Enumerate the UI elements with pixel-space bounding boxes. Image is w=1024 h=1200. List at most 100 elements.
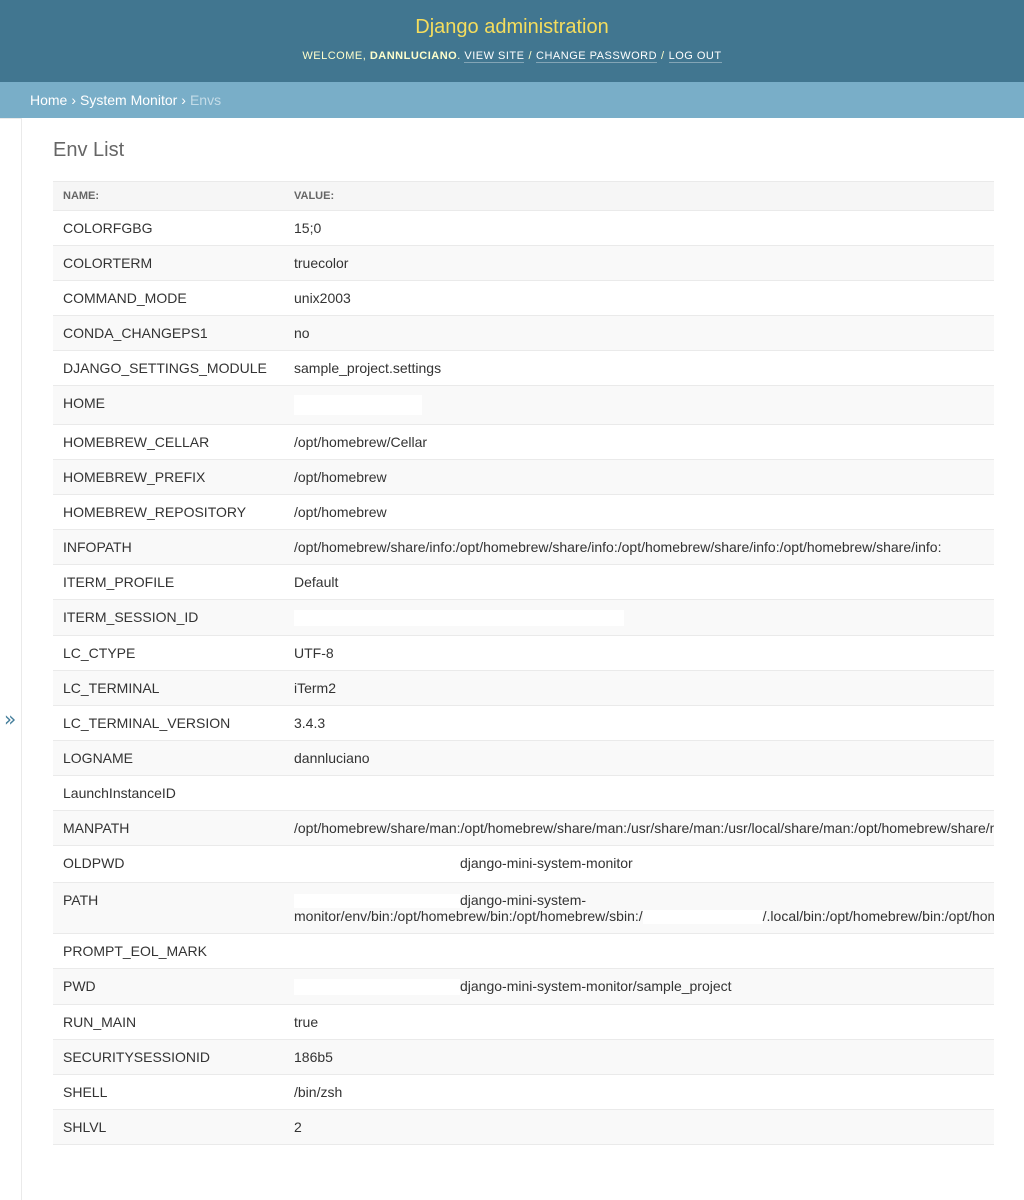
env-value: /bin/zsh	[284, 1074, 994, 1111]
username: DANNLUCIANO	[369, 50, 458, 62]
table-row: RUN_MAIN true	[53, 1004, 994, 1041]
env-value: 186b5	[284, 1039, 994, 1076]
env-value	[284, 599, 994, 637]
env-name: COLORTERM	[53, 245, 284, 281]
env-value: django-mini-system-monitor	[284, 845, 994, 883]
env-name: INFOPATH	[53, 529, 284, 565]
env-value	[284, 775, 994, 812]
env-value-line: monitor/env/bin:/opt/homebrew/bin:/opt/h…	[294, 907, 994, 925]
welcome-text: WELCOME,	[302, 50, 367, 62]
table-row: LC_CTYPE UTF-8	[53, 635, 994, 672]
env-value: django-mini-system- monitor/env/bin:/opt…	[284, 882, 994, 935]
env-value: sample_project.settings	[284, 350, 994, 386]
env-table: NAME: VALUE: COLORFGBG 15;0 COLORTERM tr…	[53, 181, 994, 1146]
env-name: HOME	[53, 385, 284, 425]
env-value-text: monitor/env/bin:/opt/homebrew/bin:/opt/h…	[294, 907, 643, 924]
env-value: iTerm2	[284, 670, 994, 707]
change-password-link[interactable]: CHANGE PASSWORD	[536, 50, 658, 63]
table-row: PWD django-mini-system-monitor/sample_pr…	[53, 968, 994, 1006]
table-row: COLORTERM truecolor	[53, 245, 994, 281]
site-title[interactable]: Django administration	[0, 14, 1024, 40]
env-name: CONDA_CHANGEPS1	[53, 315, 284, 351]
breadcrumb-home[interactable]: Home	[30, 92, 67, 108]
env-name: HOMEBREW_REPOSITORY	[53, 494, 284, 530]
view-site-link[interactable]: VIEW SITE	[464, 50, 525, 63]
table-row: INFOPATH /opt/homebrew/share/info:/opt/h…	[53, 529, 994, 565]
env-name: ITERM_SESSION_ID	[53, 599, 284, 637]
breadcrumb: Home › System Monitor › Envs	[0, 82, 1024, 118]
table-row: DJANGO_SETTINGS_MODULE sample_project.se…	[53, 350, 994, 386]
redacted-value	[294, 610, 624, 627]
env-value: /opt/homebrew/share/man:/opt/homebrew/sh…	[284, 810, 994, 847]
table-row: HOME	[53, 385, 994, 425]
user-tools: WELCOME, DANNLUCIANO. VIEW SITE / CHANGE P…	[302, 50, 722, 63]
env-name: LC_TERMINAL	[53, 670, 284, 707]
env-name: HOMEBREW_PREFIX	[53, 459, 284, 495]
double-chevron-right-icon[interactable]: »	[4, 709, 16, 729]
env-value-text: django-mini-system-monitor/sample_projec…	[460, 978, 732, 995]
env-value: 15;0	[284, 210, 994, 246]
table-row: COMMAND_MODE unix2003	[53, 280, 994, 316]
column-header-name[interactable]: NAME:	[53, 181, 284, 211]
table-row: LaunchInstanceID	[53, 775, 994, 812]
main-area: » Env List NAME: VALUE: COLORFGBG 15;0 C…	[0, 118, 1024, 1200]
breadcrumb-current: Envs	[189, 92, 222, 108]
logout-link[interactable]: LOG OUT	[668, 50, 722, 63]
table-row: ITERM_PROFILE Default	[53, 564, 994, 600]
table-row: SHLVL 2	[53, 1109, 994, 1146]
env-name: SECURITYSESSIONID	[53, 1039, 284, 1076]
env-value-text: /.local/bin:/opt/homebrew/bin:/opt/homeb…	[762, 907, 994, 924]
env-name: PWD	[53, 968, 284, 1006]
env-value-line: django-mini-system-	[294, 892, 984, 908]
table-row: OLDPWD django-mini-system-monitor	[53, 845, 994, 883]
env-value	[284, 933, 994, 970]
redacted-value	[642, 910, 763, 925]
table-row: MANPATH /opt/homebrew/share/man:/opt/hom…	[53, 810, 994, 847]
env-name: LOGNAME	[53, 740, 284, 777]
env-value: Default	[284, 564, 994, 600]
env-name: LC_CTYPE	[53, 635, 284, 672]
env-name: PROMPT_EOL_MARK	[53, 933, 284, 970]
env-value-text: django-mini-system-	[460, 891, 587, 908]
redacted-value	[294, 893, 460, 908]
table-row: ITERM_SESSION_ID	[53, 599, 994, 637]
breadcrumb-system-monitor[interactable]: System Monitor	[80, 92, 177, 108]
table-row: HOMEBREW_REPOSITORY /opt/homebrew	[53, 494, 994, 530]
env-name: SHLVL	[53, 1109, 284, 1146]
env-value: /opt/homebrew	[284, 459, 994, 495]
env-name: MANPATH	[53, 810, 284, 847]
table-row: PATH django-mini-system- monitor/env/bin…	[53, 882, 994, 935]
env-name: LC_TERMINAL_VERSION	[53, 705, 284, 742]
table-row: HOMEBREW_CELLAR /opt/homebrew/Cellar	[53, 424, 994, 460]
env-value: /opt/homebrew/Cellar	[284, 424, 994, 460]
env-value: no	[284, 315, 994, 351]
column-header-value[interactable]: VALUE:	[284, 181, 994, 211]
env-name: COLORFGBG	[53, 210, 284, 246]
table-row: LC_TERMINAL_VERSION 3.4.3	[53, 705, 994, 742]
env-value	[284, 385, 994, 425]
redacted-value	[294, 395, 422, 415]
env-value: /opt/homebrew/share/info:/opt/homebrew/s…	[284, 529, 994, 565]
table-row: SHELL /bin/zsh	[53, 1074, 994, 1111]
table-row: CONDA_CHANGEPS1 no	[53, 315, 994, 351]
env-value-text: django-mini-system-monitor	[460, 855, 633, 872]
table-row: SECURITYSESSIONID 186b5	[53, 1039, 994, 1076]
table-row: HOMEBREW_PREFIX /opt/homebrew	[53, 459, 994, 495]
env-value: 2	[284, 1109, 994, 1146]
redacted-value	[294, 979, 460, 996]
env-value: truecolor	[284, 245, 994, 281]
env-value: UTF-8	[284, 635, 994, 672]
env-name: RUN_MAIN	[53, 1004, 284, 1041]
env-name: DJANGO_SETTINGS_MODULE	[53, 350, 284, 386]
nav-sidebar: »	[0, 118, 22, 1200]
env-value: true	[284, 1004, 994, 1041]
env-name: OLDPWD	[53, 845, 284, 883]
table-header-row: NAME: VALUE:	[53, 181, 994, 211]
header: Django administration WELCOME, DANNLUCIA…	[0, 0, 1024, 82]
env-value: /opt/homebrew	[284, 494, 994, 530]
env-value: django-mini-system-monitor/sample_projec…	[284, 968, 994, 1006]
env-name: COMMAND_MODE	[53, 280, 284, 316]
redacted-value	[294, 856, 460, 873]
table-row: LOGNAME dannluciano	[53, 740, 994, 777]
env-name: SHELL	[53, 1074, 284, 1111]
